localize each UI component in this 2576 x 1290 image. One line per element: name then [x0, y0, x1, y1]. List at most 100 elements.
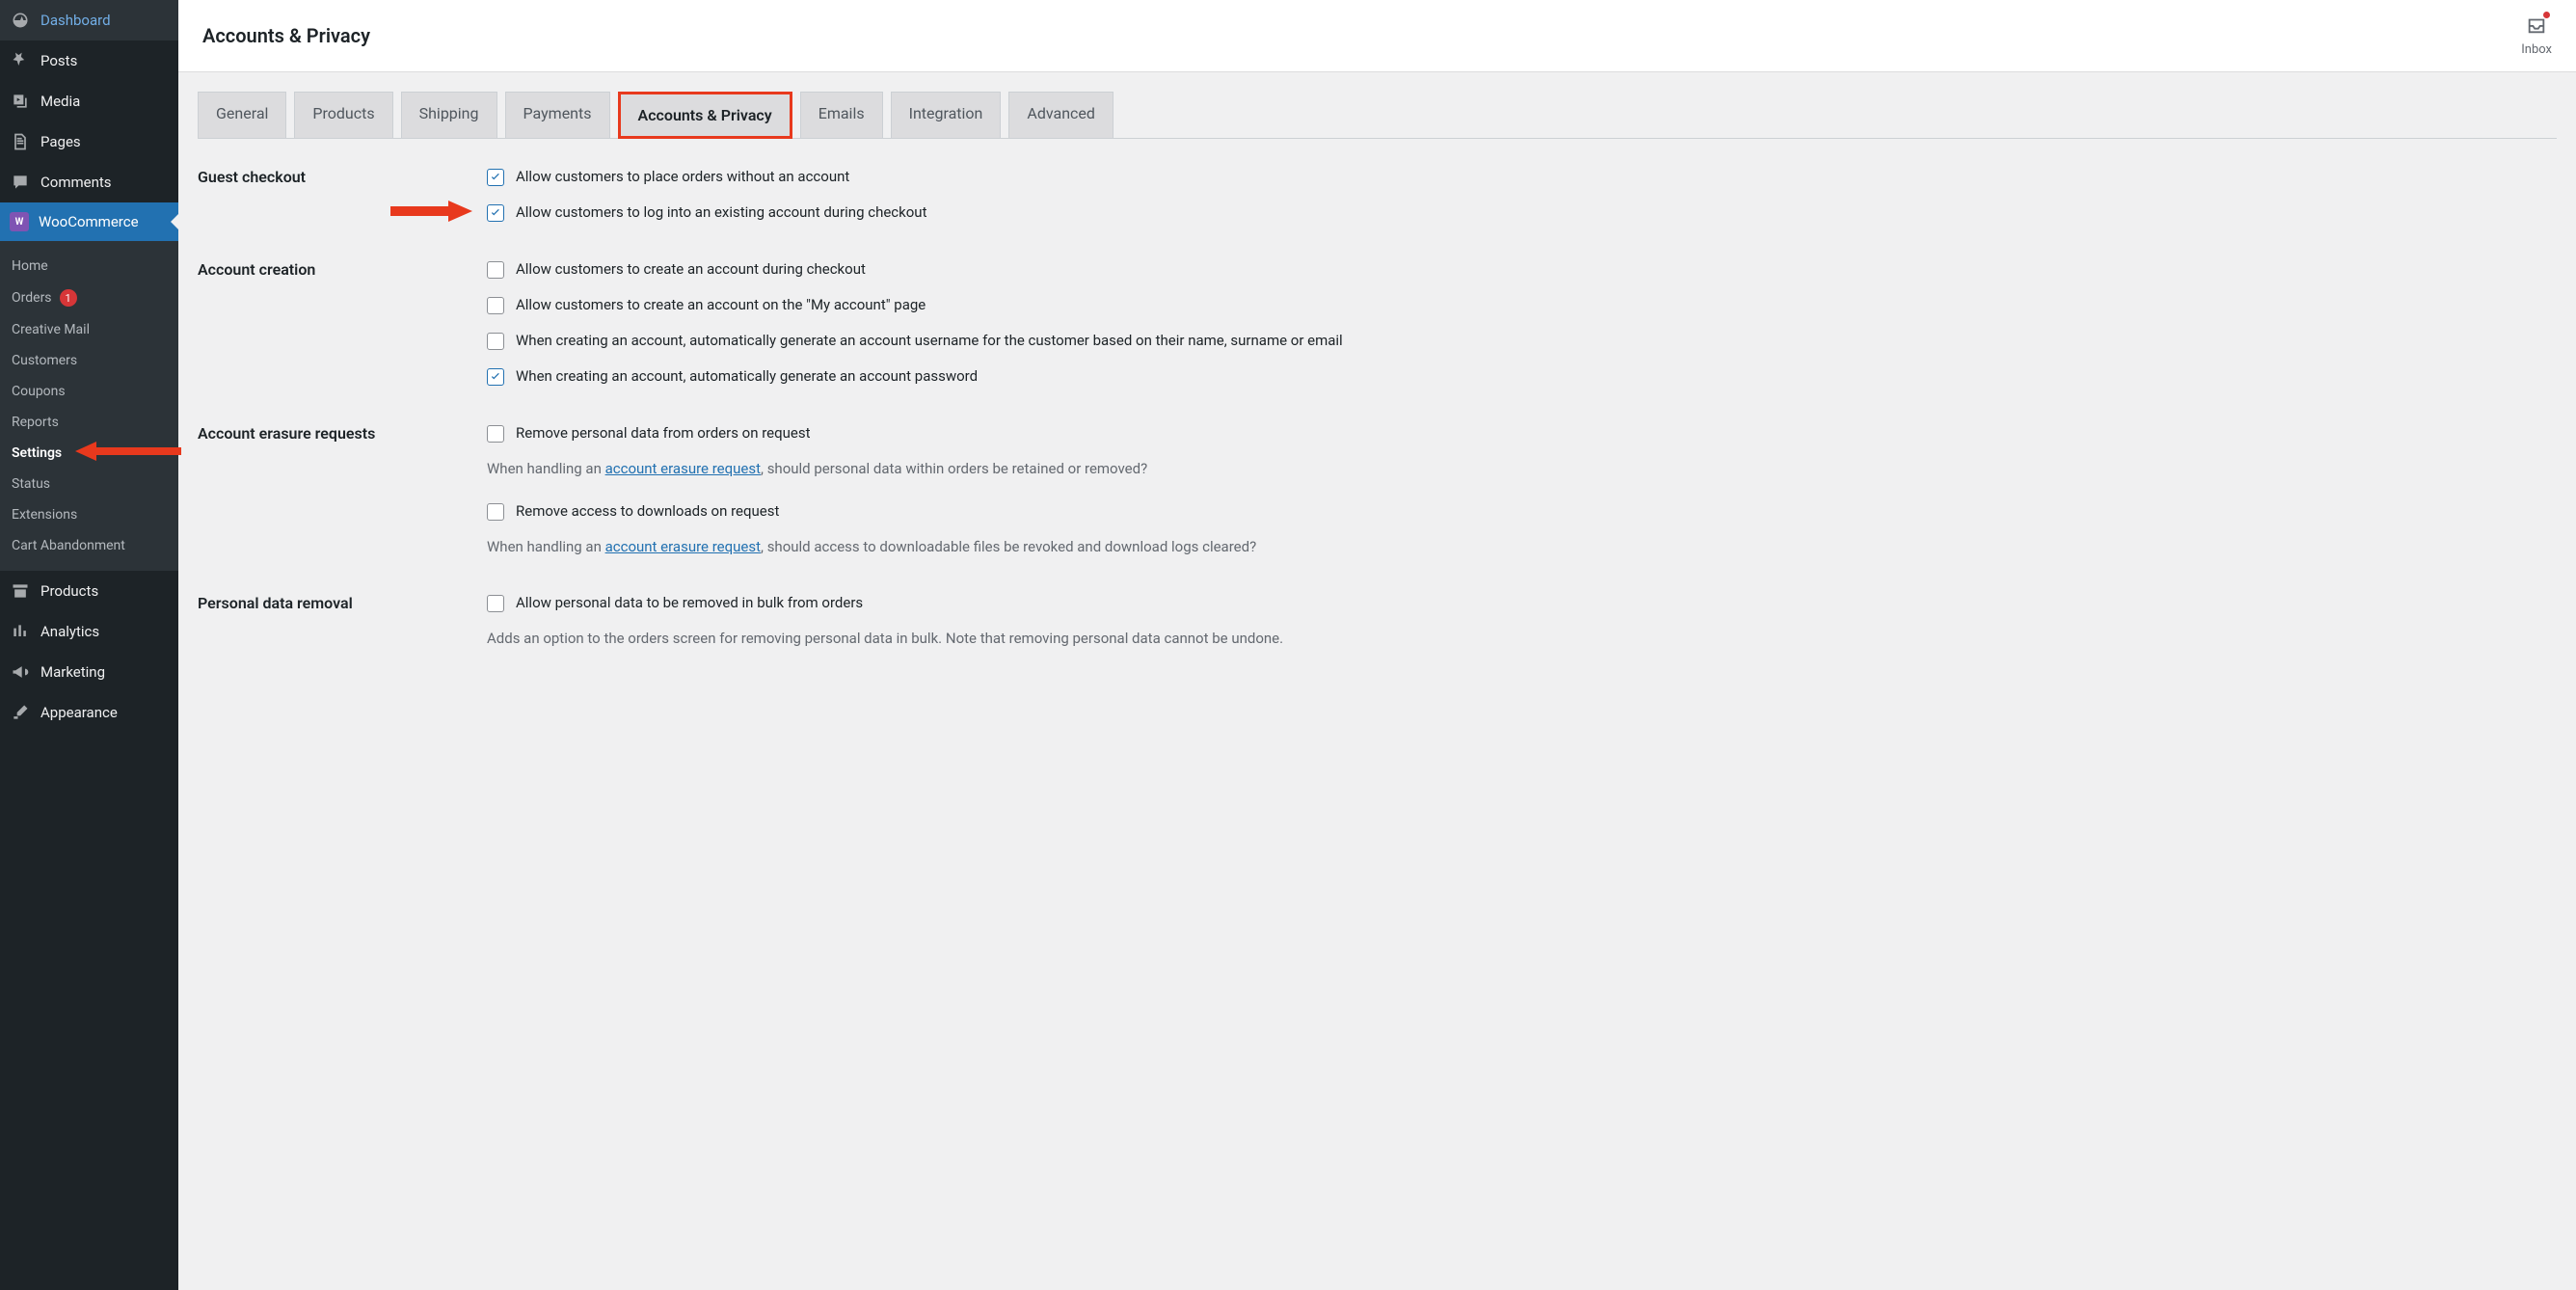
- tab-general[interactable]: General: [198, 92, 286, 138]
- archive-icon: [10, 580, 31, 602]
- sidebar-sub-status[interactable]: Status: [0, 469, 178, 499]
- checkbox-auto-password[interactable]: [487, 368, 504, 386]
- notification-dot-icon: [2543, 12, 2550, 18]
- section-removal: Personal data removal Allow personal dat…: [198, 570, 2557, 661]
- sidebar-item-label: Dashboard: [40, 12, 111, 29]
- sidebar-item-comments[interactable]: Comments: [0, 162, 178, 202]
- sidebar-item-media[interactable]: Media: [0, 81, 178, 121]
- option-label: When creating an account, automatically …: [516, 332, 1343, 349]
- sidebar-item-label: Appearance: [40, 704, 118, 721]
- erasure-request-link[interactable]: account erasure request: [605, 460, 761, 477]
- tab-products[interactable]: Products: [294, 92, 392, 138]
- option-row: Remove access to downloads on request: [487, 502, 2557, 521]
- sidebar-submenu: Home Orders 1 Creative Mail Customers Co…: [0, 241, 178, 571]
- checkbox-create-checkout[interactable]: [487, 261, 504, 279]
- option-row: Remove personal data from orders on requ…: [487, 424, 2557, 443]
- sidebar-item-label: Comments: [40, 174, 112, 191]
- section-erasure: Account erasure requests Remove personal…: [198, 400, 2557, 570]
- main-area: Accounts & Privacy Inbox General Product…: [178, 0, 2576, 1290]
- sidebar-item-dashboard[interactable]: Dashboard: [0, 0, 178, 40]
- topbar: Accounts & Privacy Inbox: [178, 0, 2576, 72]
- help-text: Adds an option to the orders screen for …: [487, 630, 2557, 647]
- sidebar-item-label: WooCommerce: [39, 213, 139, 230]
- help-text: When handling an account erasure request…: [487, 460, 2557, 477]
- checkbox-bulk-removal[interactable]: [487, 595, 504, 612]
- option-label: Allow customers to log into an existing …: [516, 203, 926, 221]
- sidebar-item-label: Media: [40, 93, 80, 110]
- tab-shipping[interactable]: Shipping: [401, 92, 497, 138]
- sidebar-sub-orders[interactable]: Orders 1: [0, 282, 178, 314]
- sidebar-item-label: Pages: [40, 133, 81, 150]
- tab-payments[interactable]: Payments: [505, 92, 610, 138]
- option-label: Allow customers to create an account dur…: [516, 260, 866, 278]
- settings-tabs: General Products Shipping Payments Accou…: [198, 92, 2557, 139]
- option-row: Allow customers to log into an existing …: [487, 203, 2557, 222]
- sidebar-item-label: Products: [40, 582, 98, 600]
- sidebar-sub-reports[interactable]: Reports: [0, 407, 178, 438]
- brush-icon: [10, 702, 31, 723]
- checkbox-auto-username[interactable]: [487, 333, 504, 350]
- sidebar-item-marketing[interactable]: Marketing: [0, 652, 178, 692]
- megaphone-icon: [10, 661, 31, 683]
- chat-icon: [10, 172, 31, 193]
- sidebar-item-posts[interactable]: Posts: [0, 40, 178, 81]
- option-row: When creating an account, automatically …: [487, 332, 2557, 350]
- checkbox-remove-downloads[interactable]: [487, 503, 504, 521]
- option-label: Remove personal data from orders on requ…: [516, 424, 811, 442]
- sidebar-item-label: Posts: [40, 52, 77, 69]
- section-label: Account creation: [198, 260, 458, 386]
- option-label: Allow personal data to be removed in bul…: [516, 594, 863, 611]
- sidebar-sub-home[interactable]: Home: [0, 251, 178, 282]
- orders-badge: 1: [60, 289, 77, 307]
- option-row: Allow customers to place orders without …: [487, 168, 2557, 186]
- tab-advanced[interactable]: Advanced: [1008, 92, 1114, 138]
- inbox-icon: [2526, 14, 2547, 40]
- sidebar-item-label: Analytics: [40, 623, 99, 640]
- sidebar-item-products[interactable]: Products: [0, 571, 178, 611]
- option-row: Allow customers to create an account on …: [487, 296, 2557, 314]
- sidebar-item-woocommerce[interactable]: W WooCommerce: [0, 202, 178, 241]
- sidebar-item-pages[interactable]: Pages: [0, 121, 178, 162]
- tab-emails[interactable]: Emails: [800, 92, 883, 138]
- checkbox-guest-orders[interactable]: [487, 169, 504, 186]
- inbox-button[interactable]: Inbox: [2521, 14, 2552, 57]
- sidebar-sub-extensions[interactable]: Extensions: [0, 499, 178, 530]
- section-guest-checkout: Guest checkout Allow customers to place …: [198, 139, 2557, 236]
- sidebar-sub-creative-mail[interactable]: Creative Mail: [0, 314, 178, 345]
- section-label: Account erasure requests: [198, 424, 458, 555]
- admin-sidebar: Dashboard Posts Media Pages Comments W W…: [0, 0, 178, 1290]
- erasure-request-link[interactable]: account erasure request: [605, 538, 761, 555]
- option-label: Allow customers to place orders without …: [516, 168, 849, 185]
- bars-icon: [10, 621, 31, 642]
- gauge-icon: [10, 10, 31, 31]
- option-row: Allow customers to create an account dur…: [487, 260, 2557, 279]
- sidebar-sub-coupons[interactable]: Coupons: [0, 376, 178, 407]
- woo-icon: W: [10, 212, 29, 231]
- help-text: When handling an account erasure request…: [487, 538, 2557, 555]
- tab-accounts-privacy[interactable]: Accounts & Privacy: [618, 92, 792, 139]
- content: General Products Shipping Payments Accou…: [178, 72, 2576, 700]
- inbox-label: Inbox: [2521, 42, 2552, 57]
- page-title: Accounts & Privacy: [202, 24, 370, 47]
- annotation-arrow-icon: [390, 199, 472, 228]
- page-icon: [10, 131, 31, 152]
- pushpin-icon: [10, 50, 31, 71]
- sidebar-sub-settings[interactable]: Settings: [0, 438, 178, 469]
- media-icon: [10, 91, 31, 112]
- option-label: When creating an account, automatically …: [516, 367, 978, 385]
- option-row: When creating an account, automatically …: [487, 367, 2557, 386]
- option-label: Allow customers to create an account on …: [516, 296, 926, 313]
- sidebar-sub-customers[interactable]: Customers: [0, 345, 178, 376]
- sidebar-sub-cart-abandonment[interactable]: Cart Abandonment: [0, 530, 178, 561]
- sidebar-item-appearance[interactable]: Appearance: [0, 692, 178, 733]
- tab-integration[interactable]: Integration: [891, 92, 1002, 138]
- section-account-creation: Account creation Allow customers to crea…: [198, 236, 2557, 400]
- option-label: Remove access to downloads on request: [516, 502, 779, 520]
- checkbox-login-checkout[interactable]: [487, 204, 504, 222]
- sidebar-item-analytics[interactable]: Analytics: [0, 611, 178, 652]
- sidebar-item-label: Marketing: [40, 663, 105, 681]
- checkbox-remove-order-data[interactable]: [487, 425, 504, 443]
- checkbox-create-myaccount[interactable]: [487, 297, 504, 314]
- option-row: Allow personal data to be removed in bul…: [487, 594, 2557, 612]
- section-label: Personal data removal: [198, 594, 458, 647]
